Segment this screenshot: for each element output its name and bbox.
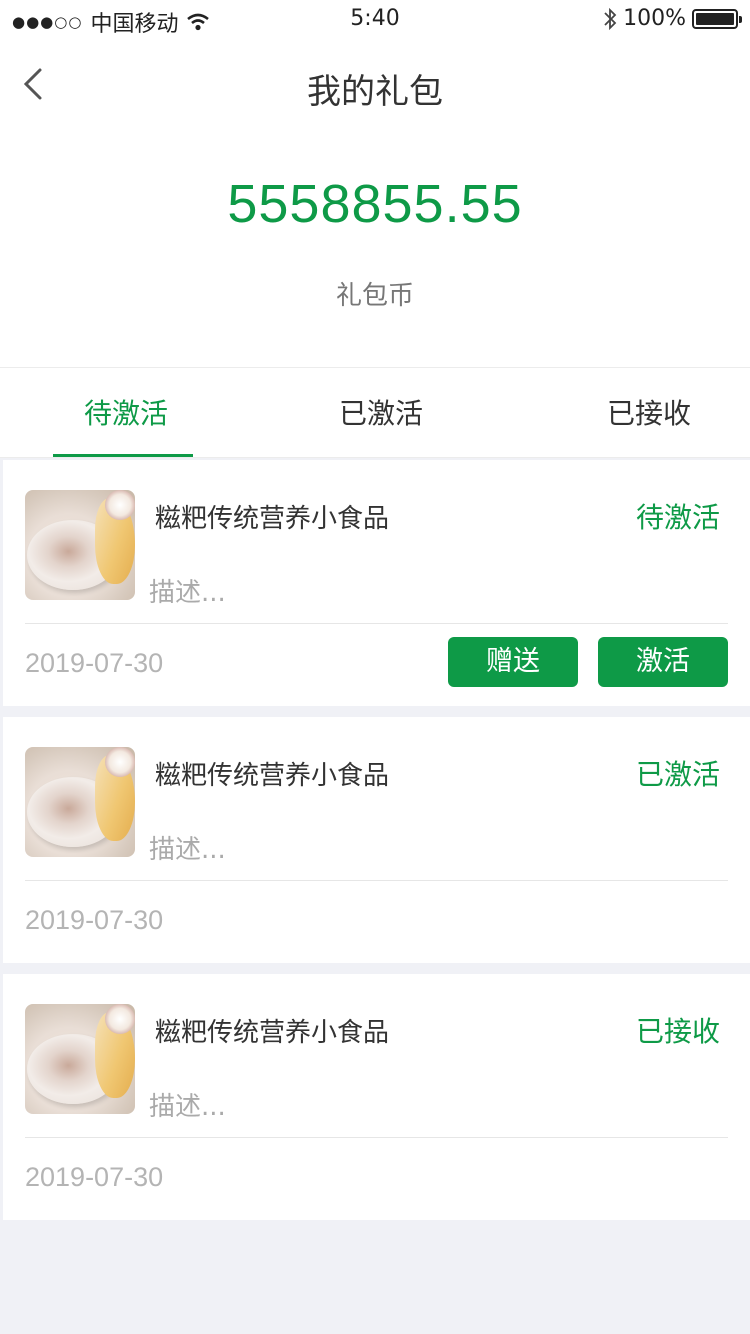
product-image [25, 1004, 135, 1114]
product-description: 描述... [149, 578, 226, 608]
gift-card[interactable]: 糍粑传统营养小食品 描述... 已激活 2019-07-30 [3, 717, 750, 963]
activate-button[interactable]: 激活 [598, 637, 728, 687]
gift-date: 2019-07-30 [25, 648, 164, 678]
balance-unit: 礼包币 [335, 281, 414, 311]
gift-button[interactable]: 赠送 [448, 637, 578, 687]
balance-amount: 5558855.55 [227, 174, 523, 234]
tab-indicator [53, 454, 193, 457]
status-label: 待激活 [635, 501, 720, 534]
page-title: 我的礼包 [307, 72, 443, 112]
product-description: 描述... [149, 1092, 226, 1122]
divider [25, 623, 728, 624]
divider [25, 1137, 728, 1138]
status-label: 已接收 [635, 1015, 720, 1048]
bluetooth-icon [604, 7, 617, 30]
status-label: 已激活 [635, 758, 720, 791]
gift-card[interactable]: 糍粑传统营养小食品 描述... 已接收 2019-07-30 [3, 974, 750, 1220]
tab-bar: 待激活 已激活 已接收 [0, 368, 750, 458]
gift-date: 2019-07-30 [25, 1162, 164, 1192]
product-name: 糍粑传统营养小食品 [155, 761, 390, 791]
navigation-bar: 我的礼包 [0, 40, 750, 128]
header-area: ●●●○○ 中国移动 5:40 100% 我的礼包 5558855.55 礼包币 [0, 0, 750, 368]
gift-card[interactable]: 糍粑传统营养小食品 描述... 待激活 2019-07-30 赠送 激活 [3, 460, 750, 706]
status-bar: ●●●○○ 中国移动 5:40 100% [0, 0, 750, 40]
status-right: 100% [603, 6, 742, 31]
tab-received[interactable]: 已接收 [607, 392, 691, 432]
product-description: 描述... [149, 835, 226, 865]
battery-percent: 100% [623, 6, 686, 31]
tab-activated[interactable]: 已激活 [339, 392, 423, 432]
gift-date: 2019-07-30 [25, 905, 164, 935]
tab-pending[interactable]: 待激活 [84, 392, 168, 432]
battery-icon [692, 8, 742, 29]
balance-panel: 5558855.55 礼包币 [0, 128, 750, 368]
product-name: 糍粑传统营养小食品 [155, 1018, 390, 1048]
divider [25, 880, 728, 881]
product-image [25, 490, 135, 600]
product-name: 糍粑传统营养小食品 [155, 504, 390, 534]
product-image [25, 747, 135, 857]
